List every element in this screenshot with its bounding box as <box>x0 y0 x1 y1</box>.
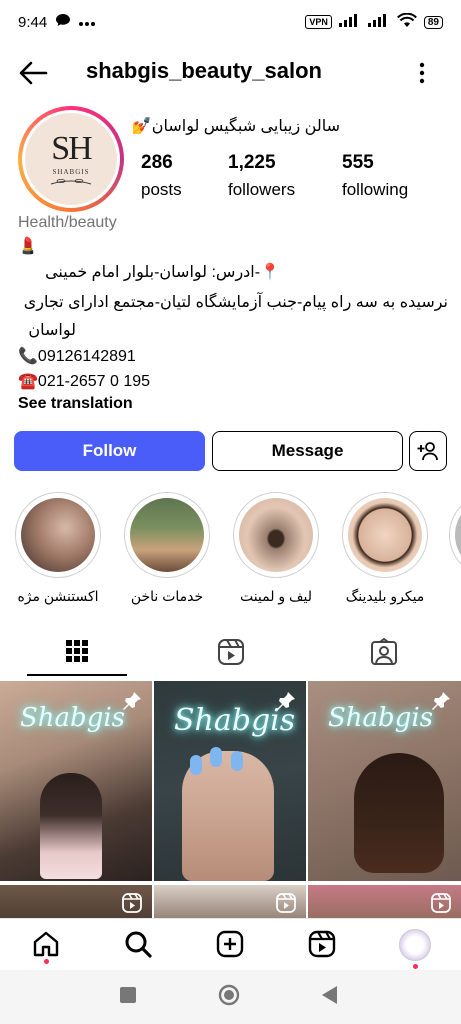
stat-posts[interactable]: 286 posts <box>141 152 182 200</box>
back-triangle-icon[interactable] <box>321 985 339 1010</box>
reel-icon <box>122 893 142 918</box>
profile-header: shabgis_beauty_salon <box>0 48 461 98</box>
suggested-users-button[interactable] <box>409 431 447 471</box>
message-button[interactable]: Message <box>212 431 403 471</box>
reel-icon <box>276 893 296 918</box>
home-icon[interactable] <box>31 929 61 959</box>
wifi-icon <box>396 12 417 32</box>
home-notification-dot <box>44 959 49 964</box>
reels-nav-icon[interactable] <box>307 929 337 959</box>
signal-2-icon <box>367 13 390 31</box>
back-arrow-icon[interactable] <box>18 60 48 86</box>
vpn-badge: VPN <box>305 15 332 29</box>
bio-line: لواسان <box>28 322 76 339</box>
highlight-item[interactable]: اکستنشن مژه <box>13 492 103 605</box>
bio-line: 💄 <box>18 238 38 255</box>
highlight-label: اکستنشن مژه <box>17 588 99 604</box>
pin-icon <box>276 691 296 716</box>
post-thumbnail[interactable]: Shabgis <box>308 681 461 881</box>
profile-category: Health/beauty <box>18 214 117 231</box>
bio-phone[interactable]: 📞09126142891 <box>18 344 448 369</box>
highlight-label: لیف و لمینت <box>239 588 313 604</box>
highlight-cover <box>130 498 204 572</box>
tab-tagged[interactable] <box>334 628 434 676</box>
highlight-label: میکرو بلیدینگ <box>345 588 425 604</box>
posts-grid: Shabgis Shabgis Shabgis <box>0 681 461 919</box>
followers-count: 1,225 <box>228 152 276 173</box>
highlight-item[interactable]: لیف و لمینت <box>231 492 321 605</box>
signal-icon <box>338 13 361 31</box>
reel-icon <box>431 893 451 918</box>
salon-logo: SH SHABGIS <box>25 113 117 205</box>
bio-line: نرسیده به سه راه پیام-جنب آزمایشگاه لتیا… <box>23 294 448 311</box>
bio-line: 📍-ادرس: لواسان-بلوار امام خمینی <box>45 264 280 281</box>
tab-reels[interactable] <box>181 628 281 676</box>
battery-indicator: 89 <box>423 15 443 29</box>
post-neon-text: Shabgis <box>328 703 434 733</box>
post-thumbnail[interactable] <box>154 885 306 919</box>
highlight-cover <box>239 498 313 572</box>
profile-avatar[interactable]: SH SHABGIS <box>18 106 124 212</box>
bio-phone-landline[interactable]: ☎️021-2657 0 195 <box>18 369 448 394</box>
pin-icon <box>431 691 451 716</box>
more-vertical-icon[interactable] <box>412 60 432 86</box>
follow-button[interactable]: Follow <box>14 431 205 471</box>
highlight-label: خدمات ناخن <box>130 588 204 604</box>
highlight-item[interactable]: خدمات ناخن <box>122 492 212 605</box>
post-thumbnail[interactable] <box>0 885 152 919</box>
logo-name: SHABGIS <box>52 168 90 176</box>
see-translation-link[interactable]: See translation <box>18 395 133 413</box>
more-notifications-icon <box>79 14 96 31</box>
leaf-icon <box>50 179 92 185</box>
status-time: 9:44 <box>18 13 48 31</box>
chat-notification-icon <box>55 13 71 31</box>
recents-icon[interactable] <box>119 986 137 1009</box>
reels-icon <box>218 639 244 665</box>
add-user-icon <box>417 442 438 461</box>
followers-label: followers <box>228 180 296 199</box>
pin-icon <box>122 691 142 716</box>
highlight-cover <box>348 498 422 572</box>
create-icon[interactable] <box>215 929 245 959</box>
following-label: following <box>342 180 409 199</box>
system-navigation-bar <box>0 970 461 1024</box>
search-icon[interactable] <box>123 929 153 959</box>
stat-followers[interactable]: 1,225 followers <box>228 152 295 200</box>
profile-tabs <box>0 628 461 676</box>
post-neon-text: Shabgis <box>20 703 126 733</box>
highlight-cover <box>21 498 95 572</box>
highlight-item-partial[interactable] <box>449 492 461 578</box>
tagged-icon <box>371 638 397 665</box>
following-count: 555 <box>342 152 374 173</box>
posts-label: posts <box>141 180 182 199</box>
grid-icon <box>66 640 88 662</box>
post-thumbnail[interactable]: Shabgis <box>154 681 306 881</box>
profile-full-name: سالن زیبایی شبگیس لواسان💅 <box>131 118 340 135</box>
bottom-navigation <box>0 918 461 970</box>
profile-username: shabgis_beauty_salon <box>86 58 322 83</box>
profile-avatar-icon[interactable] <box>399 929 431 961</box>
tab-posts[interactable] <box>27 628 127 676</box>
home-button-icon[interactable] <box>218 984 240 1011</box>
stat-following[interactable]: 555 following <box>342 152 408 200</box>
story-highlights: اکستنشن مژه خدمات ناخن لیف و لمینت میکرو… <box>0 492 461 612</box>
highlight-item[interactable]: میکرو بلیدینگ <box>340 492 430 605</box>
posts-count: 286 <box>141 152 173 173</box>
post-thumbnail[interactable]: Shabgis <box>0 681 152 881</box>
logo-initials: SH <box>51 130 92 167</box>
post-thumbnail[interactable] <box>308 885 461 919</box>
profile-notification-dot <box>413 964 418 969</box>
status-bar: 9:44 VPN 89 <box>0 0 461 44</box>
